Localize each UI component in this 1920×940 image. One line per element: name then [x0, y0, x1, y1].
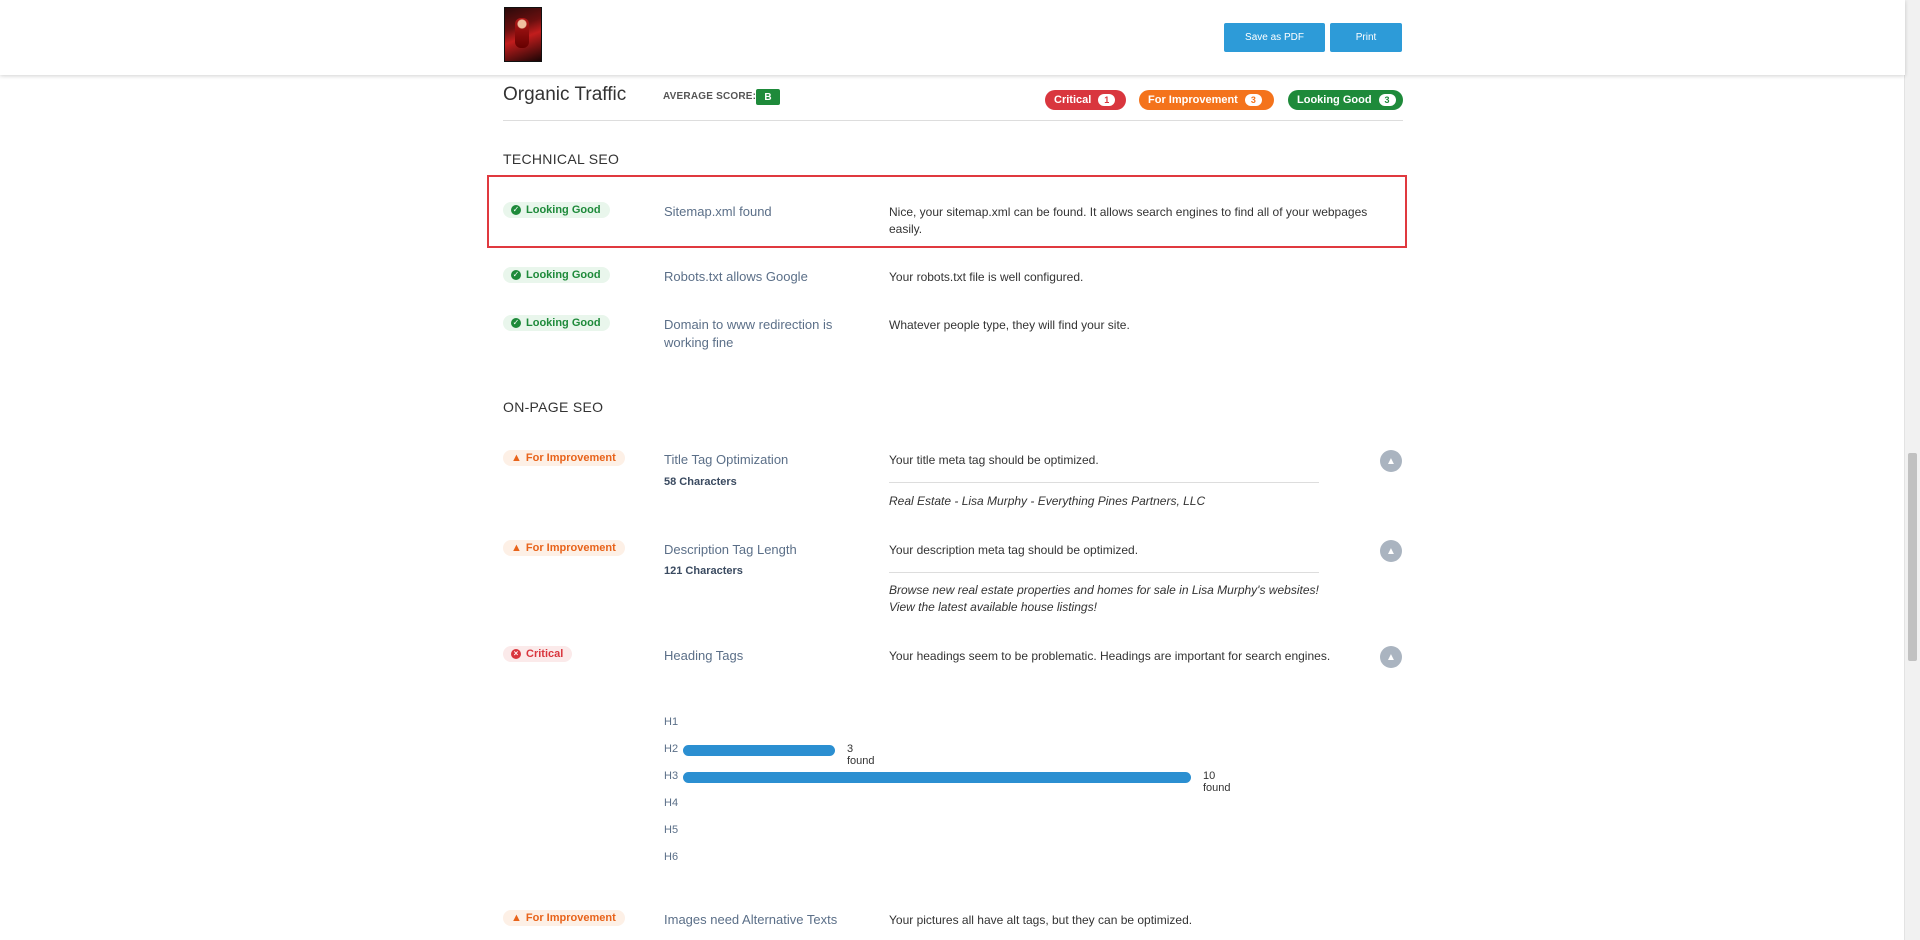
check-circle-icon: ✓	[511, 205, 521, 215]
good-pill-count: 3	[1378, 94, 1396, 106]
scrollbar[interactable]	[1904, 0, 1920, 940]
status-label: Critical	[526, 648, 564, 660]
character-count: 58 Characters	[664, 476, 737, 488]
check-name: Description Tag Length	[664, 542, 797, 557]
section-title: Organic Traffic	[503, 84, 627, 105]
save-as-pdf-button[interactable]: Save as PDF	[1224, 23, 1325, 52]
improvement-pill-count: 3	[1244, 94, 1262, 106]
collapse-button[interactable]: ▲	[1380, 450, 1402, 472]
good-pill-label: Looking Good	[1297, 94, 1372, 106]
heading-level-label: H4	[664, 797, 679, 809]
check-description: Nice, your sitemap.xml can be found. It …	[889, 205, 1368, 236]
check-circle-icon: ✓	[511, 270, 521, 280]
heading-level-label: H1	[664, 716, 679, 728]
collapse-button[interactable]: ▲	[1380, 540, 1402, 562]
status-label: For Improvement	[525, 912, 616, 924]
chevron-up-icon: ▲	[1386, 651, 1396, 663]
status-badge: × Critical	[503, 646, 573, 662]
warning-icon: ▲	[511, 541, 522, 554]
heading-level-label: H5	[664, 824, 679, 836]
on-page-seo-heading: ON-PAGE SEO	[503, 399, 604, 415]
print-button[interactable]: Print	[1330, 23, 1402, 52]
heading-count-bar	[683, 772, 1191, 783]
check-description: Your robots.txt file is well configured.	[889, 270, 1084, 284]
status-badge: ▲ For Improvement	[503, 910, 625, 926]
error-circle-icon: ×	[511, 649, 521, 659]
status-badge: ▲ For Improvement	[503, 450, 625, 466]
warning-icon: ▲	[511, 911, 522, 924]
improvement-pill-label: For Improvement	[1148, 94, 1238, 106]
divider	[889, 482, 1319, 483]
chevron-up-icon: ▲	[1386, 545, 1396, 557]
critical-filter-pill[interactable]: Critical 1	[1045, 90, 1126, 110]
status-label: For Improvement	[525, 542, 616, 554]
status-badge: ✓ Looking Good	[503, 267, 610, 283]
divider	[889, 572, 1319, 573]
average-score-label: AVERAGE SCORE:	[663, 91, 757, 102]
average-score-badge: B	[756, 89, 780, 105]
check-circle-icon: ✓	[511, 318, 521, 328]
section-summary: Organic Traffic AVERAGE SCORE: B Critica…	[503, 84, 1403, 121]
collapse-button[interactable]: ▲	[1380, 646, 1402, 668]
check-description: Whatever people type, they will find you…	[889, 318, 1130, 332]
description-tag-value: Browse new real estate properties and ho…	[889, 583, 1319, 614]
heading-level-label: H6	[664, 851, 679, 863]
check-description: Your title meta tag should be optimized.	[889, 453, 1099, 467]
improvement-filter-pill[interactable]: For Improvement 3	[1139, 90, 1274, 110]
top-bar: Save as PDF Print	[0, 0, 1905, 75]
check-name: Images need Alternative Texts	[664, 912, 838, 927]
status-badge: ✓ Looking Good	[503, 202, 610, 218]
check-name: Domain to www redirection is working fin…	[664, 317, 833, 350]
heading-count-label: 10 found	[1203, 770, 1231, 794]
title-tag-value: Real Estate - Lisa Murphy - Everything P…	[889, 494, 1206, 508]
check-description: Your description meta tag should be opti…	[889, 543, 1139, 557]
check-name: Sitemap.xml found	[664, 204, 772, 219]
heading-count-bar	[683, 745, 835, 756]
check-name: Robots.txt allows Google	[664, 269, 808, 284]
profile-thumbnail-icon	[504, 7, 542, 62]
status-label: Looking Good	[526, 269, 601, 281]
check-description: Your pictures all have alt tags, but the…	[889, 913, 1193, 927]
looking-good-filter-pill[interactable]: Looking Good 3	[1288, 90, 1403, 110]
chevron-up-icon: ▲	[1386, 455, 1396, 467]
character-count: 121 Characters	[664, 565, 743, 577]
status-badge: ✓ Looking Good	[503, 315, 610, 331]
heading-level-label: H2	[664, 743, 679, 755]
status-badge: ▲ For Improvement	[503, 540, 625, 556]
critical-pill-label: Critical	[1054, 94, 1092, 106]
warning-icon: ▲	[511, 451, 522, 464]
status-label: Looking Good	[526, 204, 601, 216]
heading-level-label: H3	[664, 770, 679, 782]
check-name: Heading Tags	[664, 648, 744, 663]
check-name: Title Tag Optimization	[664, 452, 789, 467]
heading-count-label: 3 found	[847, 743, 875, 767]
check-description: Your headings seem to be problematic. He…	[889, 649, 1331, 663]
critical-pill-count: 1	[1098, 94, 1116, 106]
technical-seo-heading: TECHNICAL SEO	[503, 151, 620, 167]
scrollbar-thumb[interactable]	[1908, 453, 1917, 661]
status-label: For Improvement	[525, 452, 616, 464]
status-label: Looking Good	[526, 317, 601, 329]
